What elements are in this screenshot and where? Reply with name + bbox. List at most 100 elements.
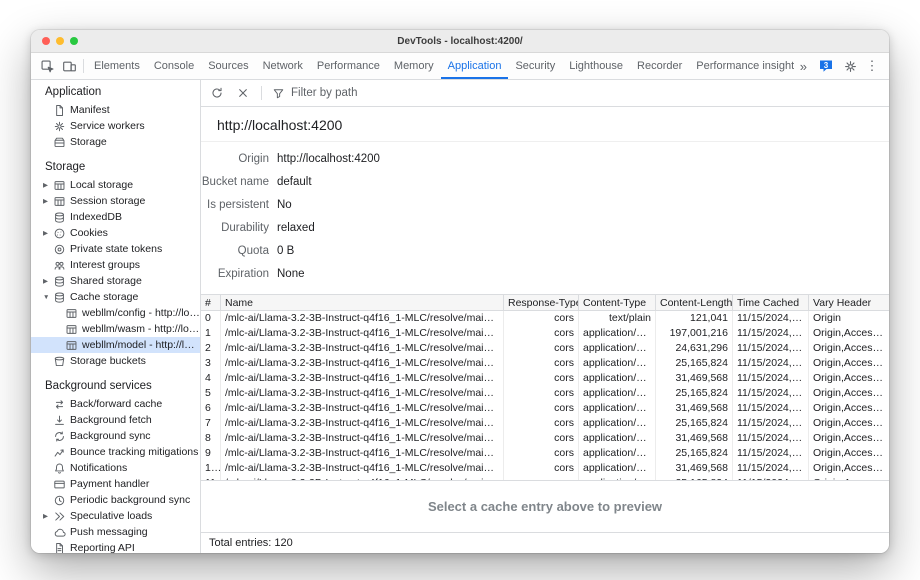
sidebar-item-service-workers[interactable]: Service workers <box>31 118 200 134</box>
disclosure-collapsed-icon[interactable]: ▶ <box>43 197 53 205</box>
sidebar-item-background-fetch[interactable]: Background fetch <box>31 412 200 428</box>
application-sidebar: ApplicationManifestService workersStorag… <box>31 80 201 553</box>
titlebar[interactable]: DevTools - localhost:4200/ <box>31 30 889 53</box>
sidebar-item-private-state-tokens[interactable]: Private state tokens <box>31 241 200 257</box>
sidebar-item-label: webllm/config - http://localhost:4200 <box>82 307 200 319</box>
tab-console[interactable]: Console <box>147 53 201 79</box>
interest-group-icon <box>53 259 66 272</box>
sidebar-item-cache-storage[interactable]: ▼Cache storage <box>31 289 200 305</box>
column-header-vary-header[interactable]: Vary Header <box>809 295 889 310</box>
cache-entry-row[interactable]: 10/mlc-ai/Llama-3.2-3B-Instruct-q4f16_1-… <box>201 461 889 476</box>
sidebar-item-label: IndexedDB <box>70 211 200 223</box>
sidebar-item-session-storage[interactable]: ▶Session storage <box>31 193 200 209</box>
column-header-content-length[interactable]: Content-Length <box>656 295 733 310</box>
sidebar-item-push-messaging[interactable]: Push messaging <box>31 524 200 540</box>
sidebar-item-local-storage[interactable]: ▶Local storage <box>31 177 200 193</box>
column-header-content-type[interactable]: Content-Type <box>579 295 656 310</box>
tab-application[interactable]: Application <box>441 53 509 79</box>
cache-entry-row[interactable]: 2/mlc-ai/Llama-3.2-3B-Instruct-q4f16_1-M… <box>201 341 889 356</box>
tab-elements[interactable]: Elements <box>87 53 147 79</box>
disclosure-collapsed-icon[interactable]: ▶ <box>43 181 53 189</box>
cache-entry-row[interactable]: 1/mlc-ai/Llama-3.2-3B-Instruct-q4f16_1-M… <box>201 326 889 341</box>
disclosure-collapsed-icon[interactable]: ▶ <box>43 277 53 285</box>
zoom-window-button[interactable] <box>70 37 78 45</box>
close-window-button[interactable] <box>42 37 50 45</box>
cell-content-length: 25,165,824 <box>656 356 733 371</box>
cell-response-type: cors <box>504 416 579 431</box>
tab-memory[interactable]: Memory <box>387 53 441 79</box>
toolbar-separator <box>261 86 262 100</box>
disclosure-collapsed-icon[interactable]: ▶ <box>43 229 53 237</box>
disclosure-expanded-icon[interactable]: ▼ <box>43 294 53 301</box>
cache-entry-row[interactable]: 6/mlc-ai/Llama-3.2-3B-Instruct-q4f16_1-M… <box>201 401 889 416</box>
delete-selected-button[interactable] <box>231 80 255 106</box>
tab-network[interactable]: Network <box>256 53 310 79</box>
sidebar-item-label: Background sync <box>70 430 200 442</box>
column-header-name[interactable]: Name <box>221 295 504 310</box>
cache-entry-row[interactable]: 0/mlc-ai/Llama-3.2-3B-Instruct-q4f16_1-M… <box>201 311 889 326</box>
tab-lighthouse[interactable]: Lighthouse <box>562 53 630 79</box>
sidebar-item-shared-storage[interactable]: ▶Shared storage <box>31 273 200 289</box>
sidebar-item-speculative-loads[interactable]: ▶Speculative loads <box>31 508 200 524</box>
sidebar-item-label: Notifications <box>70 462 200 474</box>
column-header-response-type[interactable]: Response-Type <box>504 295 579 310</box>
sidebar-item-cookies[interactable]: ▶Cookies <box>31 225 200 241</box>
sidebar-item-periodic-background-sync[interactable]: Periodic background sync <box>31 492 200 508</box>
sidebar-item-reporting-api[interactable]: Reporting API <box>31 540 200 553</box>
tab-label: Recorder <box>637 60 682 72</box>
cell-content-length: 31,469,568 <box>656 401 733 416</box>
cell-response-type: cors <box>504 446 579 461</box>
meta-value: No <box>277 199 292 211</box>
cache-entry-row[interactable]: 9/mlc-ai/Llama-3.2-3B-Instruct-q4f16_1-M… <box>201 446 889 461</box>
report-icon <box>53 542 66 554</box>
filter-funnel-icon <box>272 87 285 100</box>
cell-content-length: 197,001,216 <box>656 326 733 341</box>
sidebar-item-bounce-tracking-mitigations[interactable]: Bounce tracking mitigations <box>31 444 200 460</box>
cache-entry-row[interactable]: 5/mlc-ai/Llama-3.2-3B-Instruct-q4f16_1-M… <box>201 386 889 401</box>
disclosure-collapsed-icon[interactable]: ▶ <box>43 512 53 520</box>
tab-performance-insights[interactable]: Performance insights <box>689 53 793 79</box>
service-worker-icon <box>53 120 66 133</box>
cell-content-type: application/oc… <box>579 371 656 386</box>
sidebar-item-webllm-model-http-localhost-4200[interactable]: webllm/model - http://localhost:4200 <box>31 337 200 353</box>
tab-label: Application <box>448 60 502 72</box>
cell-response-type: cors <box>504 356 579 371</box>
column-header-[interactable]: # <box>201 295 221 310</box>
sidebar-item-storage[interactable]: Storage <box>31 134 200 150</box>
sidebar-item-storage-buckets[interactable]: Storage buckets <box>31 353 200 369</box>
cache-entry-row[interactable]: 4/mlc-ai/Llama-3.2-3B-Instruct-q4f16_1-M… <box>201 371 889 386</box>
cache-entry-row[interactable]: 8/mlc-ai/Llama-3.2-3B-Instruct-q4f16_1-M… <box>201 431 889 446</box>
cell-vary-header: Origin,Access… <box>809 431 889 446</box>
sidebar-item-background-sync[interactable]: Background sync <box>31 428 200 444</box>
more-tabs-button[interactable]: » <box>794 59 813 74</box>
minimize-window-button[interactable] <box>56 37 64 45</box>
sidebar-item-manifest[interactable]: Manifest <box>31 102 200 118</box>
cache-entry-row[interactable]: 3/mlc-ai/Llama-3.2-3B-Instruct-q4f16_1-M… <box>201 356 889 371</box>
filter-input[interactable]: Filter by path <box>268 87 357 100</box>
sidebar-item-back-forward-cache[interactable]: Back/forward cache <box>31 396 200 412</box>
settings-gear-icon <box>843 59 858 74</box>
sidebar-item-webllm-config-http-localhost-4200[interactable]: webllm/config - http://localhost:4200 <box>31 305 200 321</box>
refresh-button[interactable] <box>205 80 229 106</box>
sidebar-item-payment-handler[interactable]: Payment handler <box>31 476 200 492</box>
sidebar-item-interest-groups[interactable]: Interest groups <box>31 257 200 273</box>
issues-badge[interactable]: 3 <box>813 58 839 74</box>
main-menu-button[interactable]: ⋮ <box>861 58 883 74</box>
tab-security[interactable]: Security <box>508 53 562 79</box>
tab-sources[interactable]: Sources <box>201 53 255 79</box>
preview-placeholder: Select a cache entry above to preview <box>428 499 662 514</box>
tab-performance[interactable]: Performance <box>310 53 387 79</box>
cell-vary-header: Origin,Access… <box>809 446 889 461</box>
sidebar-item-notifications[interactable]: Notifications <box>31 460 200 476</box>
sidebar-item-webllm-wasm-http-localhost-4200[interactable]: webllm/wasm - http://localhost:4200 <box>31 321 200 337</box>
settings-button[interactable] <box>839 59 861 74</box>
cache-entry-row[interactable]: 7/mlc-ai/Llama-3.2-3B-Instruct-q4f16_1-M… <box>201 416 889 431</box>
tab-recorder[interactable]: Recorder <box>630 53 689 79</box>
inspect-element-button[interactable] <box>36 53 58 79</box>
cell-vary-header: Origin,Access… <box>809 461 889 476</box>
cell-index: 5 <box>201 386 221 401</box>
column-header-time-cached[interactable]: Time Cached <box>733 295 809 310</box>
sidebar-item-indexeddb[interactable]: IndexedDB <box>31 209 200 225</box>
device-toolbar-button[interactable] <box>58 53 80 79</box>
cache-storage-panel: Filter by path http://localhost:4200 Ori… <box>201 80 889 553</box>
